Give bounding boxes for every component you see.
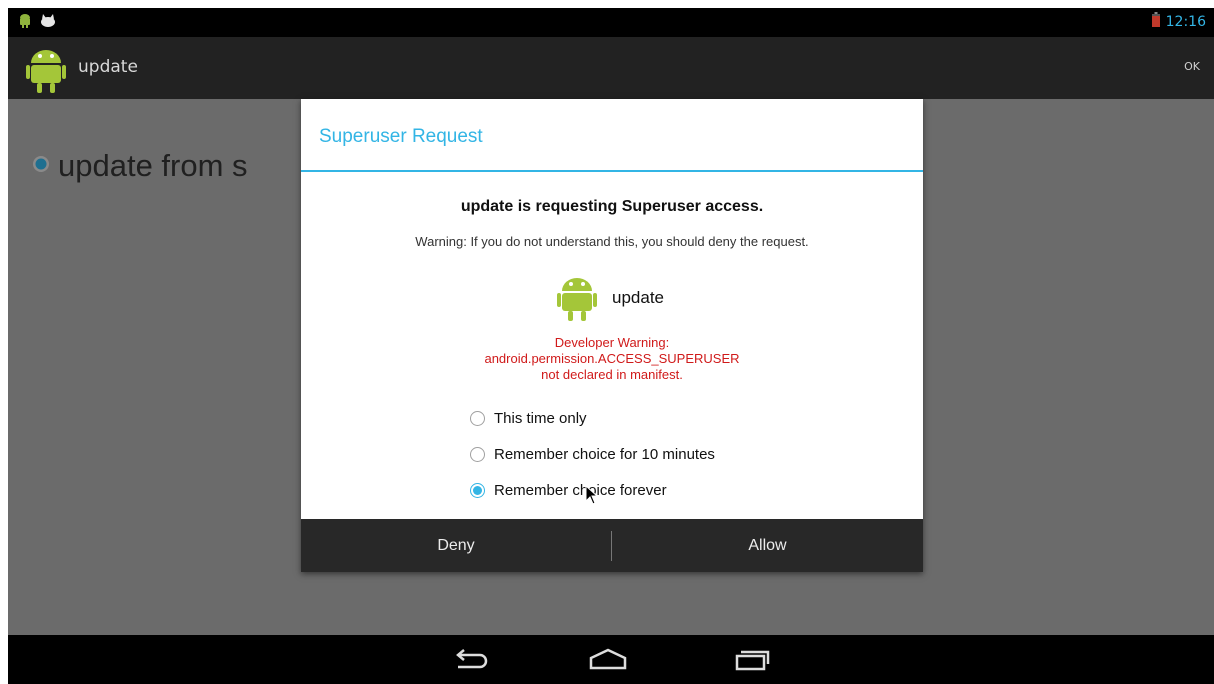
- status-bar: 12:16: [8, 8, 1214, 37]
- background-item-label: update from s: [58, 148, 248, 183]
- developer-warning: Developer Warning: android.permission.AC…: [301, 335, 923, 383]
- action-bar: update OK: [8, 37, 1214, 99]
- app-title: update: [78, 57, 138, 77]
- superuser-request-dialog: Superuser Request update is requesting S…: [301, 99, 923, 572]
- android-icon: [556, 269, 598, 327]
- device-screen: 12:16 update OK update from s Superuser …: [8, 8, 1214, 684]
- cat-notification-icon: [40, 13, 56, 33]
- developer-warning-line: Developer Warning:: [554, 335, 670, 350]
- requesting-app: update: [556, 269, 664, 327]
- option-label: Remember choice for 10 minutes: [494, 445, 715, 463]
- radio-button-checked[interactable]: [470, 482, 485, 498]
- option-label: This time only: [494, 409, 587, 427]
- navigation-bar: [8, 635, 1214, 684]
- radio-checked-icon: [32, 155, 50, 177]
- option-this-time-only[interactable]: This time only: [470, 400, 715, 436]
- developer-warning-line: android.permission.ACCESS_SUPERUSER: [484, 351, 740, 366]
- android-icon: [26, 41, 66, 99]
- dialog-button-bar: Deny Allow: [301, 519, 923, 572]
- radio-button[interactable]: [470, 446, 485, 462]
- option-label: Remember choice forever: [494, 481, 667, 499]
- dialog-heading: update is requesting Superuser access.: [460, 198, 764, 215]
- requesting-app-name: update: [612, 288, 664, 307]
- mouse-cursor-icon: [585, 484, 599, 509]
- notification-icons: [18, 13, 56, 33]
- home-icon[interactable]: [588, 647, 628, 675]
- dialog-title: Superuser Request: [319, 126, 483, 147]
- status-right: 12:16: [1151, 12, 1206, 31]
- android-notification-icon: [18, 13, 32, 33]
- recents-icon[interactable]: [732, 647, 772, 675]
- deny-button[interactable]: Deny: [301, 519, 611, 572]
- developer-warning-line: not declared in manifest.: [541, 367, 683, 382]
- title-divider: [301, 170, 923, 172]
- background-list-item[interactable]: update from s: [32, 148, 248, 184]
- battery-low-icon: [1151, 12, 1160, 31]
- dialog-warning: Warning: If you do not understand this, …: [415, 234, 809, 249]
- allow-button[interactable]: Allow: [612, 519, 923, 572]
- radio-button[interactable]: [470, 410, 485, 426]
- back-icon[interactable]: [450, 647, 490, 675]
- option-remember-10-minutes[interactable]: Remember choice for 10 minutes: [470, 436, 715, 472]
- clock: 12:16: [1165, 13, 1206, 30]
- ok-button[interactable]: OK: [1184, 60, 1200, 73]
